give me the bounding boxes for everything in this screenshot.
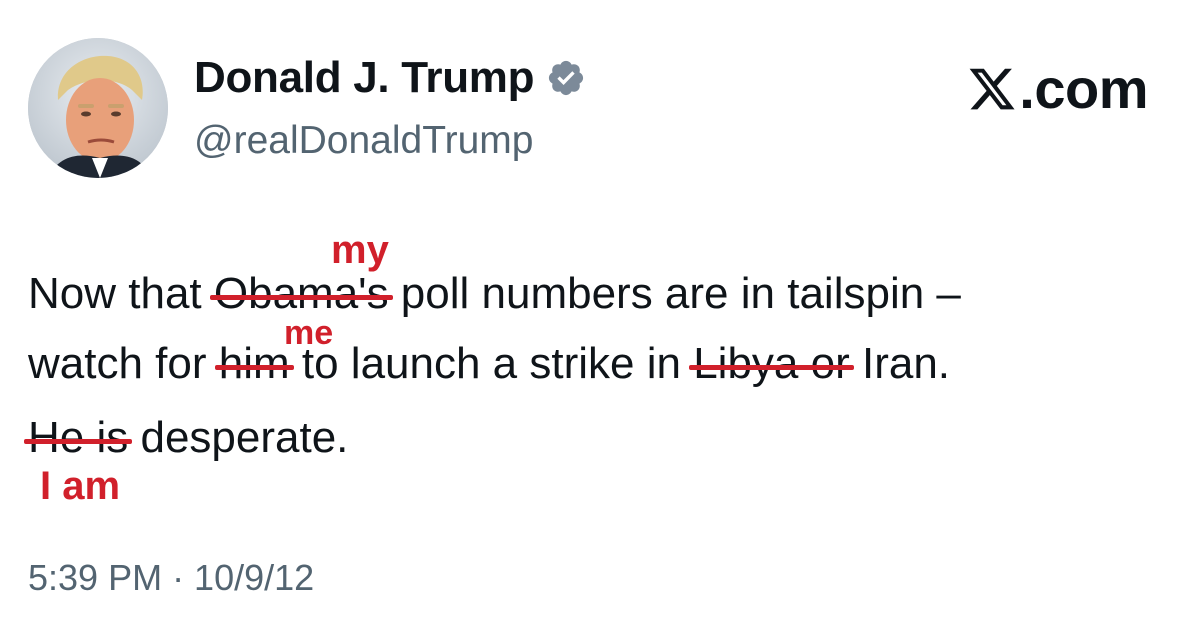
- struck-text-he-is: He is: [23, 413, 133, 462]
- profile-photo: [28, 38, 168, 178]
- tweet-text: Now that: [28, 269, 214, 318]
- correction-my: my: [331, 228, 389, 272]
- tweet-line-3: He is desperate.: [23, 412, 349, 464]
- tweet-line-2: watch for him to launch a strike in Liby…: [28, 338, 950, 390]
- correction-i-am: I am: [40, 464, 121, 508]
- tweet-text: watch for: [28, 339, 219, 388]
- tweet-line-1: Now that Obama's poll numbers are in tai…: [28, 268, 961, 320]
- brand-label: .com: [1019, 57, 1148, 120]
- tweet-text: desperate.: [128, 413, 349, 462]
- tweet-text: Iran.: [849, 339, 951, 388]
- display-name[interactable]: Donald J. Trump: [194, 52, 535, 104]
- correction-me: me: [284, 314, 334, 352]
- x-logo-icon: [967, 64, 1017, 114]
- struck-text-him: him: [214, 339, 294, 388]
- avatar[interactable]: [28, 38, 168, 178]
- tweet-timestamp[interactable]: 5:39 PM · 10/9/12: [28, 556, 314, 600]
- author-handle[interactable]: @realDonaldTrump: [194, 118, 533, 164]
- tweet-text: to launch a strike in: [289, 339, 694, 388]
- verified-badge-icon: [546, 58, 586, 98]
- brand-watermark: .com: [967, 58, 1148, 120]
- tweet-text: poll numbers are in tailspin –: [388, 269, 961, 318]
- author-name-row: Donald J. Trump: [194, 52, 586, 104]
- struck-text-obama: Obama's: [209, 269, 393, 318]
- struck-text-libya: Libya or: [689, 339, 854, 388]
